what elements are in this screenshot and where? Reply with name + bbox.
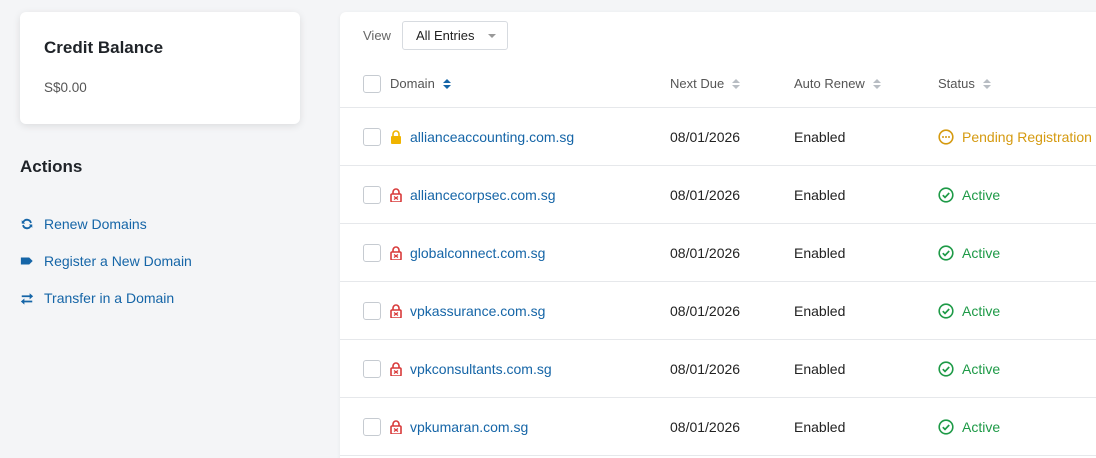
register-new-domain-link[interactable]: Register a New Domain [20,242,300,279]
domain-link[interactable]: allianceaccounting.com.sg [410,129,574,145]
auto-renew-value: Enabled [794,244,846,261]
select-all-checkbox[interactable] [363,74,381,93]
credit-balance-value: S$0.00 [44,80,87,95]
auto-renew-value: Enabled [794,302,846,319]
column-header-domain-label: Domain [390,76,435,91]
chevron-down-icon [487,34,496,38]
unlock-icon [390,245,402,260]
refresh-icon [20,217,34,231]
table-row: vpkconsultants.com.sg 08/01/2026 Enabled Ac… [340,340,1096,398]
transfer-domain-link[interactable]: Transfer in a Domain [20,279,300,316]
domains-table: Domain Next Due Auto Renew Status allian… [340,60,1096,456]
unlock-icon [390,419,402,434]
next-due-date: 08/01/2026 [670,128,741,145]
domains-panel: View All Entries Domain Next Due Auto Re… [340,12,1096,458]
tag-icon [20,254,34,268]
actions-title: Actions [20,157,83,176]
status-text: Pending Registration [962,128,1092,145]
domain-link[interactable]: vpkconsultants.com.sg [410,361,552,377]
status-text: Active [962,418,1001,435]
next-due-date: 08/01/2026 [670,302,741,319]
check-circle-icon [938,302,954,319]
status-badge: Active [938,245,1096,261]
sort-icon [732,78,741,89]
view-filter: View All Entries [363,21,508,50]
sort-icon [872,78,881,89]
unlock-icon [390,361,402,376]
next-due-date: 08/01/2026 [670,244,741,261]
column-header-domain[interactable]: Domain [390,76,670,91]
status-badge: Active [938,187,1096,203]
lock-icon [390,129,402,144]
table-row: vpkassurance.com.sg 08/01/2026 Enabled Acti… [340,282,1096,340]
column-header-status-label: Status [938,76,975,91]
credit-balance-card: Credit Balance S$0.00 [20,12,300,124]
check-circle-icon [938,244,954,261]
row-checkbox[interactable] [363,185,381,204]
auto-renew-value: Enabled [794,128,846,145]
status-badge: Pending Registration [938,129,1096,145]
next-due-date: 08/01/2026 [670,360,741,377]
renew-domains-label: Renew Domains [44,215,147,232]
row-checkbox[interactable] [363,417,381,436]
credit-balance-title: Credit Balance [44,38,164,57]
unlock-icon [390,303,402,318]
check-circle-icon [938,186,954,203]
column-header-status[interactable]: Status [938,76,1096,91]
table-row: vpkumaran.com.sg 08/01/2026 Enabled Active [340,398,1096,456]
transfer-domain-label: Transfer in a Domain [44,289,175,306]
auto-renew-value: Enabled [794,360,846,377]
column-header-auto-renew[interactable]: Auto Renew [794,76,938,91]
renew-domains-link[interactable]: Renew Domains [20,205,300,242]
register-new-domain-label: Register a New Domain [44,252,192,269]
status-text: Active [962,360,1001,377]
auto-renew-value: Enabled [794,186,846,203]
check-circle-icon [938,418,954,435]
table-header: Domain Next Due Auto Renew Status [340,60,1096,108]
table-body: allianceaccounting.com.sg 08/01/2026 Enabl… [340,108,1096,456]
row-checkbox[interactable] [363,301,381,320]
pending-icon [938,128,954,145]
next-due-date: 08/01/2026 [670,418,741,435]
status-badge: Active [938,419,1096,435]
check-circle-icon [938,360,954,377]
row-checkbox[interactable] [363,243,381,262]
status-text: Active [962,186,1001,203]
status-badge: Active [938,361,1096,377]
status-text: Active [962,244,1001,261]
row-checkbox[interactable] [363,359,381,378]
row-checkbox[interactable] [363,127,381,146]
next-due-date: 08/01/2026 [670,186,741,203]
domain-link[interactable]: globalconnect.com.sg [410,245,545,261]
column-header-next-due-label: Next Due [670,76,725,91]
domain-link[interactable]: vpkassurance.com.sg [410,303,545,319]
unlock-icon [390,187,402,202]
domain-link[interactable]: vpkumaran.com.sg [410,419,528,435]
sort-icon [442,78,451,89]
view-label: View [363,28,391,43]
view-selected-value: All Entries [415,28,475,43]
auto-renew-value: Enabled [794,418,846,435]
table-row: allianceaccounting.com.sg 08/01/2026 Enabl… [340,108,1096,166]
table-row: alliancecorpsec.com.sg 08/01/2026 Enabled A… [340,166,1096,224]
sort-icon [982,78,991,89]
status-text: Active [962,302,1001,319]
actions-section: Actions Renew Domains Register a New Dom… [20,157,300,316]
status-badge: Active [938,303,1096,319]
column-header-next-due[interactable]: Next Due [670,76,794,91]
column-header-auto-renew-label: Auto Renew [794,76,865,91]
domain-link[interactable]: alliancecorpsec.com.sg [410,187,556,203]
table-row: globalconnect.com.sg 08/01/2026 Enabled Act… [340,224,1096,282]
view-select[interactable]: All Entries [401,21,508,50]
transfer-icon [20,291,34,305]
